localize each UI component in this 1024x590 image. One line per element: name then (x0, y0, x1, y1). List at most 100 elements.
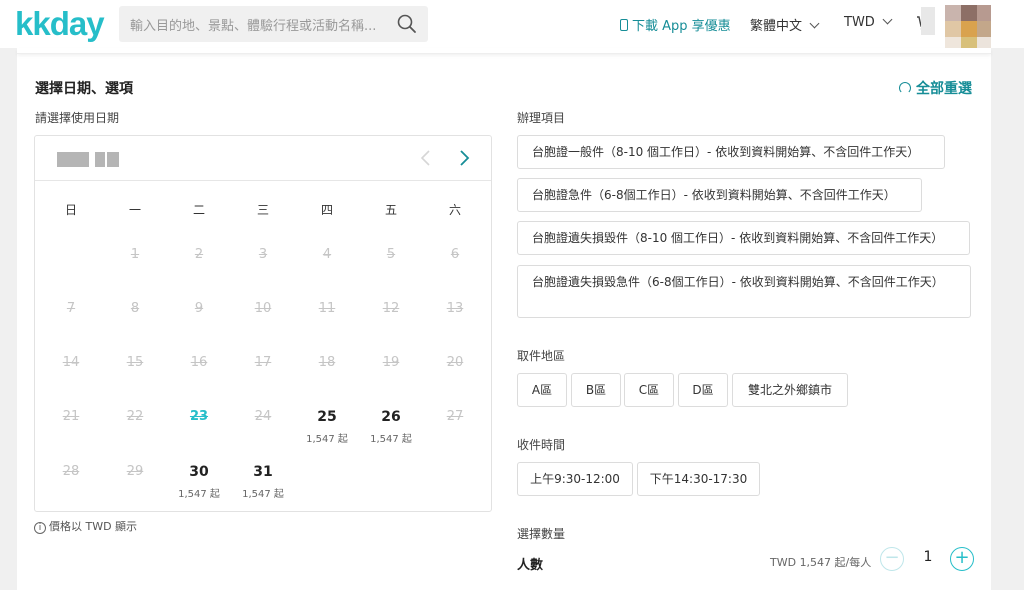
day-number: 17 (254, 355, 272, 370)
day-number: 24 (254, 409, 272, 424)
download-app-link[interactable]: 下載 App 享優惠 (620, 15, 731, 34)
pickup-option[interactable]: D區 (678, 373, 728, 407)
prev-month-button[interactable] (417, 149, 435, 167)
day-price: 1,547 起 (178, 489, 220, 500)
weekday-label: 三 (256, 203, 269, 217)
day-number: 5 (386, 247, 396, 262)
calendar-day: 13 (423, 301, 487, 317)
day-number: 14 (62, 355, 80, 370)
calendar-day: 17 (231, 355, 295, 371)
currency-selector[interactable]: TWD (844, 14, 893, 30)
collect-time-option[interactable]: 下午14:30-17:30 (637, 462, 760, 496)
day-number: 12 (382, 301, 400, 316)
service-option[interactable]: 台胞證遺失損毀件（8-10 個工作日）- 依收到資料開始算、不含回件工作天） (517, 221, 970, 255)
calendar-day: 3 (231, 247, 295, 263)
day-number: 21 (62, 409, 80, 424)
calendar-day: 11 (295, 301, 359, 317)
calendar-day[interactable]: 30 1,547 起 (167, 464, 231, 500)
day-number: 29 (126, 464, 144, 479)
day-number: 19 (382, 355, 400, 370)
day-number: 1 (130, 247, 140, 262)
next-month-button[interactable] (455, 149, 473, 167)
calendar-day: 27 (423, 409, 487, 425)
day-number: 18 (318, 355, 336, 370)
chevron-down-icon (882, 14, 893, 25)
day-price: 1,547 起 (306, 434, 348, 445)
day-number: 16 (190, 355, 208, 370)
pickup-option[interactable]: C區 (624, 373, 674, 407)
search-input[interactable]: 輸入目的地、景點、體驗行程或活動名稱... (130, 15, 376, 34)
avatar[interactable] (945, 5, 991, 51)
calendar-day: 1 (103, 247, 167, 263)
calendar-day: 21 (39, 409, 103, 425)
calendar-day: 16 (167, 355, 231, 371)
calendar-day: 19 (359, 355, 423, 371)
phone-icon (620, 19, 628, 31)
chevron-down-icon (809, 18, 820, 29)
decrease-quantity-button[interactable]: − (880, 547, 904, 571)
day-number: 22 (126, 409, 144, 424)
day-price: 1,547 起 (370, 434, 412, 445)
day-number: 7 (66, 301, 76, 316)
weekday-label: 一 (128, 203, 141, 217)
calendar-day[interactable]: 31 1,547 起 (231, 464, 295, 500)
search-box[interactable]: 輸入目的地、景點、體驗行程或活動名稱... (119, 6, 428, 42)
calendar-day[interactable]: 25 1,547 起 (295, 409, 359, 445)
calendar-day: 8 (103, 301, 167, 317)
info-icon: i (34, 522, 46, 534)
pickup-option[interactable]: 雙北之外鄉鎮市 (732, 373, 848, 407)
people-label: 人數 (517, 558, 544, 573)
calendar-day[interactable]: 26 1,547 起 (359, 409, 423, 445)
day-number: 6 (450, 247, 460, 262)
date-calendar: 日一二三四五六 1 2 3 4 5 6 7 8 9 10 11 12 13 14 15 16 17 18 19 20 2… (34, 135, 492, 512)
reset-all-button[interactable]: 全部重選 (899, 78, 972, 98)
calendar-day: 14 (39, 355, 103, 371)
day-number: 3 (258, 247, 268, 262)
weekday-label: 二 (192, 203, 205, 217)
card-divider (17, 48, 991, 54)
calendar-day: 15 (103, 355, 167, 371)
day-number: 2 (194, 247, 204, 262)
price-note-text: 價格以 TWD 顯示 (49, 520, 138, 533)
pickup-option[interactable]: B區 (571, 373, 621, 407)
weekday-label: 六 (448, 203, 461, 217)
weekday-label: 五 (384, 203, 397, 217)
day-number: 13 (446, 301, 464, 316)
currency-label: TWD (844, 15, 875, 30)
calendar-header (35, 136, 491, 181)
month-title-blurred (57, 152, 121, 167)
day-number: 28 (62, 464, 80, 479)
day-number: 23 (189, 409, 209, 424)
section-title: 選擇日期、選項 (35, 81, 133, 97)
calendar-day: 6 (423, 247, 487, 263)
weekday-label: 四 (320, 203, 333, 217)
service-option[interactable]: 台胞證一般件（8-10 個工作日）- 依收到資料開始算、不含回件工作天） (517, 135, 945, 169)
day-number: 8 (130, 301, 140, 316)
day-number: 31 (253, 464, 273, 480)
calendar-day: 22 (103, 409, 167, 425)
pickup-option[interactable]: A區 (517, 373, 567, 407)
collect-time-label: 收件時間 (517, 438, 566, 452)
pickup-label: 取件地區 (517, 349, 566, 363)
service-label: 辦理項目 (517, 111, 566, 125)
calendar-day: 23 (167, 409, 231, 425)
calendar-day: 9 (167, 301, 231, 317)
calendar-day: 5 (359, 247, 423, 263)
collect-time-option[interactable]: 上午9:30-12:00 (517, 462, 633, 496)
top-header: kkday 輸入目的地、景點、體驗行程或活動名稱... 下載 App 享優惠 繁… (0, 0, 1024, 51)
date-label: 請選擇使用日期 (35, 111, 120, 125)
kkday-logo[interactable]: kkday (15, 6, 105, 42)
day-price: 1,547 起 (242, 489, 284, 500)
calendar-day: 28 (39, 464, 103, 480)
language-selector[interactable]: 繁體中文 (750, 15, 820, 34)
service-option[interactable]: 台胞證遺失損毀急件（6-8個工作日）- 依收到資料開始算、不含回件工作天） (517, 265, 971, 318)
service-option[interactable]: 台胞證急件（6-8個工作日）- 依收到資料開始算、不含回件工作天） (517, 178, 922, 212)
search-icon[interactable] (396, 13, 418, 35)
day-number: 4 (322, 247, 332, 262)
refresh-icon (899, 82, 911, 94)
calendar-day: 18 (295, 355, 359, 371)
day-number: 9 (194, 301, 204, 316)
download-app-label: 下載 App 享優惠 (632, 19, 731, 34)
day-number: 20 (446, 355, 464, 370)
increase-quantity-button[interactable]: + (950, 547, 974, 571)
